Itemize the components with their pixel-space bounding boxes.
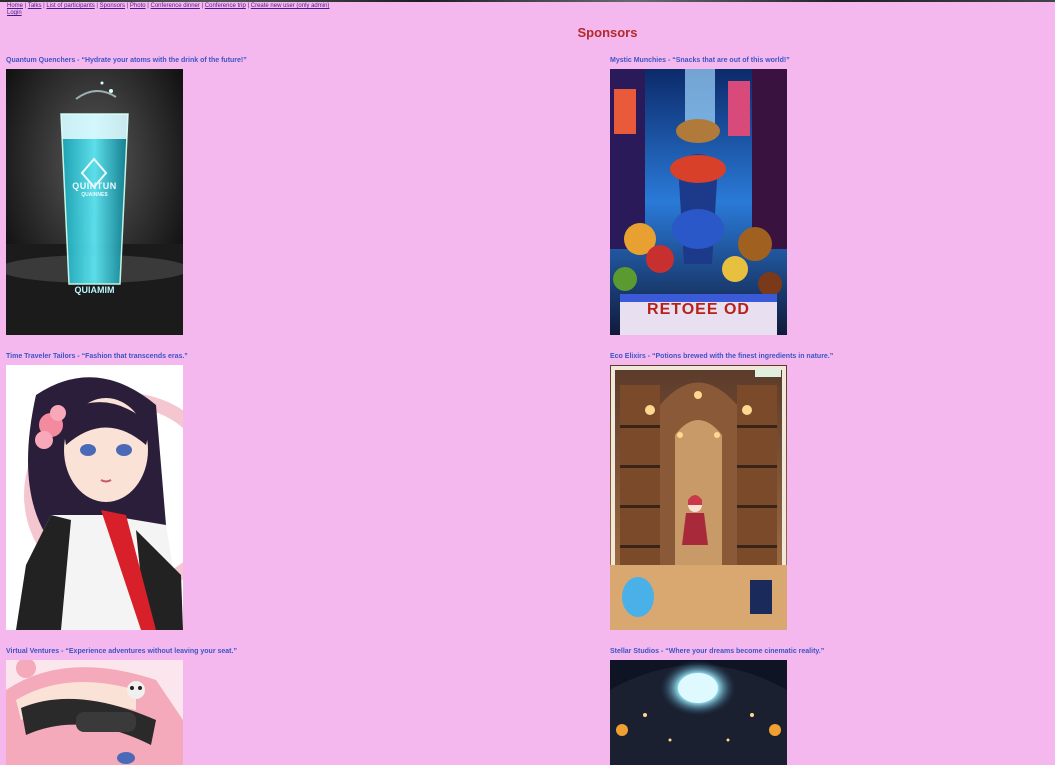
nav-separator: | [201, 3, 204, 9]
poster-brand-subtext: QUAINNES [81, 192, 108, 198]
sponsor-caption: Time Traveler Tailors - “Fashion that tr… [6, 353, 188, 360]
cinema-hall-illustration [610, 660, 787, 765]
nav-link-conference-trip[interactable]: Conference trip [205, 3, 246, 9]
glass-illustration [6, 69, 183, 335]
sponsor-card-virtual-ventures: Virtual Ventures - “Experience adventure… [6, 647, 446, 765]
sponsor-caption: Quantum Quenchers - “Hydrate your atoms … [6, 57, 247, 64]
page-title: Sponsors [577, 25, 638, 40]
sponsor-card-quantum-quenchers: Quantum Quenchers - “Hydrate your atoms … [6, 56, 446, 335]
sponsor-caption: Eco Elixirs - “Potions brewed with the f… [610, 353, 834, 360]
nav-separator: | [43, 3, 45, 9]
sponsor-poster-stellar-studios[interactable] [610, 660, 787, 765]
fashion-character-illustration [6, 365, 183, 630]
sponsor-caption: Stellar Studios - “Where your dreams bec… [610, 648, 825, 655]
nav-link-home[interactable]: Home [7, 3, 23, 9]
nav-link-talks[interactable]: Talks [28, 3, 42, 9]
poster-brand-text: RETOEE OD [647, 301, 750, 318]
nav-separator: | [24, 3, 27, 9]
nav-link-photo[interactable]: Photo [130, 3, 146, 9]
nav-separator: | [126, 3, 129, 9]
sponsor-poster-time-traveler-tailors[interactable] [6, 365, 183, 631]
sponsor-caption: Virtual Ventures - “Experience adventure… [6, 648, 237, 655]
sponsor-card-time-traveler-tailors: Time Traveler Tailors - “Fashion that tr… [6, 352, 446, 631]
top-navigation: Home | Talks | List of participants | Sp… [7, 3, 329, 17]
poster-brand-text: QUINTUN [72, 181, 117, 191]
nav-link-create-user[interactable]: Create new user (only admin) [251, 3, 330, 9]
nav-link-sponsors[interactable]: Sponsors [100, 3, 125, 9]
top-decorative-strip [0, 0, 1055, 2]
nav-separator: | [96, 3, 98, 9]
sponsor-poster-virtual-ventures[interactable] [6, 660, 183, 765]
nav-separator: | [147, 3, 149, 9]
nav-link-conference-dinner[interactable]: Conference dinner [151, 3, 200, 9]
snack-illustration [610, 69, 787, 335]
vr-character-illustration [6, 660, 183, 765]
nav-link-login[interactable]: Login [7, 10, 22, 16]
sponsor-poster-quantum-quenchers[interactable]: QUINTUN QUAINNES QUIAMIM [6, 69, 183, 335]
potion-shop-illustration [610, 365, 787, 630]
sponsor-poster-eco-elixirs[interactable] [610, 365, 787, 631]
sponsor-card-eco-elixirs: Eco Elixirs - “Potions brewed with the f… [610, 352, 1050, 631]
sponsor-poster-mystic-munchies[interactable]: RETOEE OD [610, 69, 787, 335]
sponsor-card-mystic-munchies: Mystic Munchies - “Snacks that are out o… [610, 56, 1050, 335]
nav-separator: | [247, 3, 250, 9]
nav-link-participants[interactable]: List of participants [46, 3, 94, 9]
sponsor-card-stellar-studios: Stellar Studios - “Where your dreams bec… [610, 647, 1050, 765]
sponsor-caption: Mystic Munchies - “Snacks that are out o… [610, 57, 790, 64]
poster-bottom-text: QUIAMIM [74, 285, 115, 295]
